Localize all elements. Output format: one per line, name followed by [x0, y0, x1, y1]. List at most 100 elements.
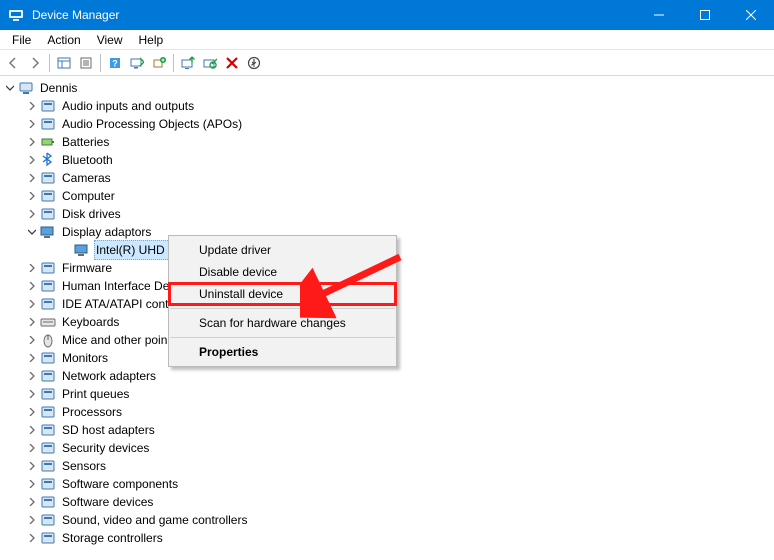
update-driver-button[interactable] [177, 52, 199, 74]
show-hidden-button[interactable] [53, 52, 75, 74]
properties-button[interactable] [75, 52, 97, 74]
category-label: Print queues [60, 385, 131, 403]
titlebar: Device Manager [0, 0, 774, 30]
category-node[interactable]: Print queues [4, 385, 774, 403]
add-legacy-button[interactable] [148, 52, 170, 74]
software-icon [40, 476, 56, 492]
network-icon [40, 368, 56, 384]
category-node[interactable]: Sound, video and game controllers [4, 511, 774, 529]
storage-icon [40, 530, 56, 546]
close-button[interactable] [728, 0, 774, 30]
expand-icon[interactable] [26, 388, 38, 400]
root-label: Dennis [38, 79, 79, 97]
category-label: Security devices [60, 439, 151, 457]
root-node[interactable]: Dennis [4, 79, 774, 97]
expand-icon[interactable] [26, 334, 38, 346]
ctx-separator [170, 308, 395, 309]
expand-icon[interactable] [26, 496, 38, 508]
menubar: File Action View Help [0, 30, 774, 50]
category-label: SD host adapters [60, 421, 157, 439]
expand-icon[interactable] [26, 532, 38, 544]
audio-icon [40, 116, 56, 132]
menu-file[interactable]: File [4, 31, 39, 49]
category-label: Computer [60, 187, 117, 205]
toolbar: ? [0, 50, 774, 76]
category-label: Mice and other poin [60, 331, 169, 349]
expand-icon[interactable] [26, 424, 38, 436]
expand-icon[interactable] [26, 280, 38, 292]
back-button[interactable] [2, 52, 24, 74]
help-button[interactable]: ? [104, 52, 126, 74]
category-node[interactable]: Sensors [4, 457, 774, 475]
category-node[interactable]: Batteries [4, 133, 774, 151]
scan-hardware-button[interactable] [126, 52, 148, 74]
ctx-scan-hardware[interactable]: Scan for hardware changes [169, 312, 396, 334]
expand-icon[interactable] [26, 172, 38, 184]
menu-help[interactable]: Help [131, 31, 172, 49]
ctx-update-driver[interactable]: Update driver [169, 239, 396, 261]
computer-icon [18, 80, 34, 96]
expand-icon[interactable] [26, 442, 38, 454]
expand-icon[interactable] [26, 478, 38, 490]
device-tree-area[interactable]: DennisAudio inputs and outputsAudio Proc… [0, 76, 774, 560]
app-icon [8, 7, 24, 23]
category-label: Software devices [60, 493, 155, 511]
collapse-icon[interactable] [26, 226, 38, 238]
forward-button[interactable] [24, 52, 46, 74]
svg-text:?: ? [112, 58, 118, 68]
disable-device-button[interactable] [199, 52, 221, 74]
menu-view[interactable]: View [89, 31, 131, 49]
category-node[interactable]: Audio inputs and outputs [4, 97, 774, 115]
expand-icon[interactable] [26, 190, 38, 202]
category-node[interactable]: Bluetooth [4, 151, 774, 169]
context-menu: Update driver Disable device Uninstall d… [168, 235, 397, 367]
category-node[interactable]: Disk drives [4, 205, 774, 223]
category-node[interactable]: Storage controllers [4, 529, 774, 547]
ctx-uninstall-device[interactable]: Uninstall device [169, 283, 396, 305]
sensor-icon [40, 458, 56, 474]
collapse-icon[interactable] [4, 82, 16, 94]
category-node[interactable]: Audio Processing Objects (APOs) [4, 115, 774, 133]
display-icon [40, 224, 56, 240]
ctx-properties[interactable]: Properties [169, 341, 396, 363]
expand-icon[interactable] [26, 298, 38, 310]
audio-icon [40, 98, 56, 114]
category-node[interactable]: Cameras [4, 169, 774, 187]
ctx-disable-device[interactable]: Disable device [169, 261, 396, 283]
mouse-icon [40, 332, 56, 348]
expand-icon[interactable] [26, 100, 38, 112]
category-node[interactable]: Software components [4, 475, 774, 493]
category-label: Cameras [60, 169, 113, 187]
expand-icon[interactable] [26, 514, 38, 526]
expand-icon[interactable] [26, 136, 38, 148]
category-node[interactable]: Network adapters [4, 367, 774, 385]
maximize-button[interactable] [682, 0, 728, 30]
enable-device-button[interactable] [243, 52, 265, 74]
category-node[interactable]: Computer [4, 187, 774, 205]
expand-icon[interactable] [26, 406, 38, 418]
expand-icon[interactable] [26, 118, 38, 130]
expand-icon[interactable] [26, 208, 38, 220]
display-icon [74, 242, 90, 258]
expand-icon[interactable] [26, 370, 38, 382]
category-node[interactable]: SD host adapters [4, 421, 774, 439]
uninstall-device-button[interactable] [221, 52, 243, 74]
category-label: Software components [60, 475, 180, 493]
ctx-separator [170, 337, 395, 338]
category-node[interactable]: Processors [4, 403, 774, 421]
expand-icon[interactable] [26, 352, 38, 364]
expand-icon[interactable] [26, 262, 38, 274]
category-label: Monitors [60, 349, 110, 367]
expand-icon[interactable] [26, 154, 38, 166]
menu-action[interactable]: Action [39, 31, 88, 49]
category-node[interactable]: Security devices [4, 439, 774, 457]
minimize-button[interactable] [636, 0, 682, 30]
category-label: Sensors [60, 457, 108, 475]
toolbar-separator [173, 54, 174, 72]
keyboard-icon [40, 314, 56, 330]
category-label: Keyboards [60, 313, 121, 331]
expand-icon[interactable] [26, 316, 38, 328]
expand-icon[interactable] [26, 460, 38, 472]
category-node[interactable]: Software devices [4, 493, 774, 511]
disk-icon [40, 206, 56, 222]
